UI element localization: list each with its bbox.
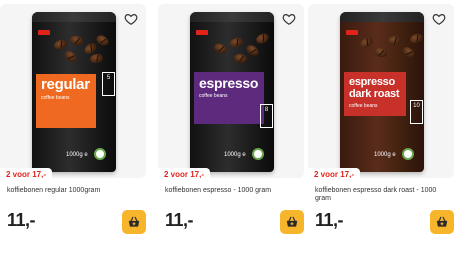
promo-badge: 2 voor 17,- (308, 168, 361, 178)
product-name[interactable]: koffiebonen espresso - 1000 gram (165, 187, 301, 195)
shopping-basket-icon (128, 216, 140, 227)
product-card[interactable]: espresso dark roast coffee beans 10 1000… (308, 0, 454, 253)
pack-weight: 1000g e (224, 152, 246, 158)
brand-logo (196, 30, 208, 35)
product-image[interactable]: regular coffee beans 5 1000g e 2 voor 17… (0, 4, 146, 178)
coffee-bag-image: espresso coffee beans 8 1000g e (190, 12, 274, 172)
product-image[interactable]: espresso dark roast coffee beans 10 1000… (308, 4, 454, 178)
shopping-basket-icon (436, 216, 448, 227)
pack-subtitle: coffee beans (199, 93, 228, 99)
product-card[interactable]: espresso coffee beans 8 1000g e 2 voor 1… (158, 0, 304, 253)
strength-indicator: 8 (260, 104, 273, 128)
add-to-cart-button[interactable] (122, 210, 146, 234)
product-price: 11,- (315, 210, 344, 230)
favorite-button[interactable] (432, 12, 446, 26)
brand-logo (38, 30, 50, 35)
strength-indicator: 10 (410, 100, 423, 124)
pack-title: espresso dark roast (349, 76, 400, 100)
pack-subtitle: coffee beans (349, 103, 378, 109)
pack-title: regular (41, 76, 90, 93)
pack-label: regular coffee beans (36, 74, 96, 128)
certification-icon (94, 148, 106, 160)
pack-weight: 1000g e (66, 152, 88, 158)
pack-label: espresso coffee beans (194, 72, 264, 124)
certification-icon (402, 148, 414, 160)
promo-badge: 2 voor 17,- (158, 168, 211, 178)
product-name[interactable]: koffiebonen regular 1000gram (7, 187, 143, 195)
product-price: 11,- (7, 210, 36, 230)
product-price: 11,- (165, 210, 194, 230)
favorite-button[interactable] (124, 12, 138, 26)
heart-outline-icon (124, 14, 138, 25)
coffee-beans-illustration (208, 31, 271, 66)
shopping-basket-icon (286, 216, 298, 227)
pack-weight: 1000g e (374, 152, 396, 158)
coffee-bag-image: espresso dark roast coffee beans 10 1000… (340, 12, 425, 172)
promo-badge: 2 voor 17,- (0, 168, 53, 178)
heart-outline-icon (432, 14, 446, 25)
certification-icon (252, 148, 264, 160)
favorite-button[interactable] (282, 12, 296, 26)
heart-outline-icon (282, 14, 296, 25)
pack-subtitle: coffee beans (41, 95, 70, 101)
pack-title: espresso (199, 75, 259, 91)
coffee-beans-illustration (50, 33, 111, 66)
coffee-beans-illustration (358, 32, 425, 66)
add-to-cart-button[interactable] (280, 210, 304, 234)
strength-indicator: 5 (102, 72, 115, 96)
pack-label: espresso dark roast coffee beans (344, 72, 406, 116)
product-image[interactable]: espresso coffee beans 8 1000g e 2 voor 1… (158, 4, 304, 178)
coffee-bag-image: regular coffee beans 5 1000g e (32, 12, 116, 172)
product-name[interactable]: koffiebonen espresso dark roast - 1000 g… (315, 187, 451, 203)
add-to-cart-button[interactable] (430, 210, 454, 234)
product-card[interactable]: regular coffee beans 5 1000g e 2 voor 17… (0, 0, 146, 253)
brand-logo (346, 30, 358, 35)
